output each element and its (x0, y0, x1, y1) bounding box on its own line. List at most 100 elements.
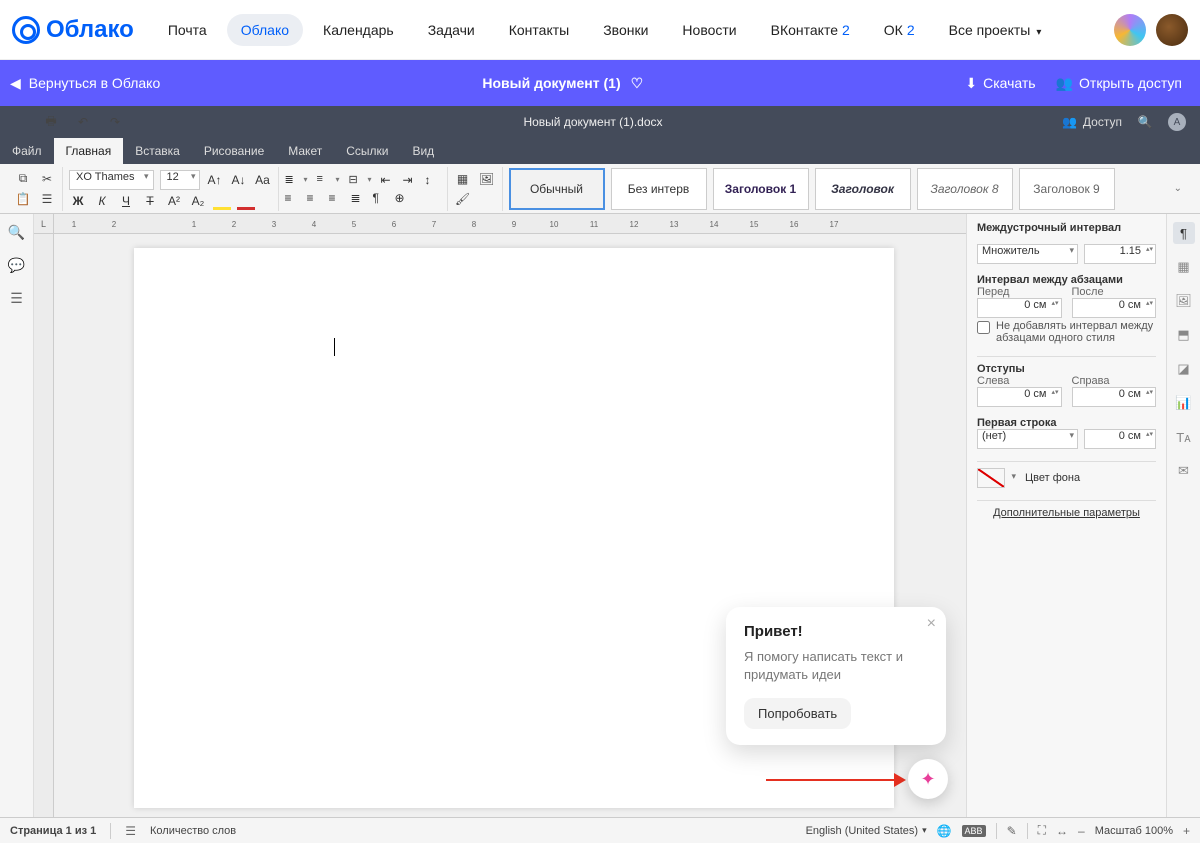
strike-button[interactable]: Т (141, 194, 159, 208)
align-left-icon[interactable]: ≡ (285, 191, 301, 205)
fit-width-icon[interactable]: ↔ (1056, 824, 1068, 838)
bg-color-swatch[interactable] (977, 468, 1005, 488)
share-button[interactable]: 👥Открыть доступ (1056, 75, 1182, 92)
mail-merge-icon[interactable]: ✉ (1173, 460, 1195, 482)
number-list-icon[interactable]: ≡ (317, 173, 333, 187)
table-panel-icon[interactable]: ▦ (1173, 256, 1195, 278)
nav-contacts[interactable]: Контакты (495, 14, 583, 46)
tab-layout[interactable]: Макет (276, 138, 334, 164)
vertical-ruler[interactable] (34, 234, 54, 817)
heart-outline-icon[interactable]: ♡ (631, 75, 644, 92)
close-icon[interactable]: × (927, 615, 936, 633)
avatar-theme[interactable] (1114, 14, 1146, 46)
format-painter-icon[interactable]: 🖌 (454, 191, 472, 207)
image-panel-icon[interactable]: 🖼 (1173, 290, 1195, 312)
doc-title[interactable]: Новый документ (1) (482, 75, 620, 91)
style-normal[interactable]: Обычный (509, 168, 605, 210)
more-params-link[interactable]: Дополнительные параметры (993, 507, 1140, 519)
nav-calls[interactable]: Звонки (589, 14, 662, 46)
multilevel-list-icon[interactable]: ⊟ (349, 173, 365, 187)
change-case-icon[interactable]: Aa (254, 173, 272, 187)
indent-icon[interactable]: ⇥ (403, 173, 419, 187)
paragraph-mark-icon[interactable]: ¶ (373, 191, 389, 205)
tab-insert[interactable]: Вставка (123, 138, 192, 164)
nav-news[interactable]: Новости (668, 14, 750, 46)
style-heading8[interactable]: Заголовок 8 (917, 168, 1013, 210)
user-badge[interactable]: A (1168, 113, 1186, 131)
download-button[interactable]: ⬇Скачать (965, 75, 1035, 92)
nav-calendar[interactable]: Календарь (309, 14, 408, 46)
paste-icon[interactable]: 📋 (14, 191, 32, 207)
zoom-level[interactable]: Масштаб 100% (1095, 825, 1173, 837)
shape-panel-icon[interactable]: ◪ (1173, 358, 1195, 380)
bullet-list-icon[interactable]: ≣ (285, 173, 301, 187)
style-heading1[interactable]: Заголовок 1 (713, 168, 809, 210)
superscript-button[interactable]: A² (165, 194, 183, 208)
brand-logo[interactable]: Облако (12, 16, 134, 44)
font-color[interactable] (237, 194, 255, 208)
no-add-spacing-checkbox[interactable] (977, 321, 990, 334)
word-count[interactable]: Количество слов (150, 825, 236, 837)
firstline-select[interactable]: (нет) (977, 429, 1078, 449)
redo-icon[interactable]: ↷ (106, 114, 124, 130)
access-button[interactable]: 👥Доступ (1062, 115, 1122, 129)
ai-fab-button[interactable]: ✦ (908, 759, 948, 799)
indent-right-input[interactable]: 0 см (1072, 387, 1157, 407)
comments-icon[interactable]: 💬 (8, 257, 25, 274)
paragraph-panel-icon[interactable]: ¶ (1173, 222, 1195, 244)
print-icon[interactable]: 🖶 (42, 114, 60, 130)
style-no-spacing[interactable]: Без интерв (611, 168, 707, 210)
tab-draw[interactable]: Рисование (192, 138, 276, 164)
textart-panel-icon[interactable]: Tᴀ (1173, 426, 1195, 448)
align-center-icon[interactable]: ≡ (307, 191, 323, 205)
search-icon[interactable]: 🔍 (1136, 114, 1154, 130)
tab-file[interactable]: Файл (0, 138, 54, 164)
insert-image-icon[interactable]: 🖼 (478, 171, 496, 187)
language-select[interactable]: English (United States)▾ (806, 825, 927, 837)
ai-try-button[interactable]: Попробовать (744, 698, 851, 729)
subscript-button[interactable]: A₂ (189, 194, 207, 208)
highlight-color[interactable] (213, 194, 231, 208)
globe-icon[interactable]: 🌐 (937, 824, 952, 838)
bold-button[interactable]: Ж (69, 194, 87, 208)
line-spacing-value[interactable]: 1.15 (1084, 244, 1156, 264)
line-spacing-icon[interactable]: ↕ (425, 173, 441, 187)
tab-home[interactable]: Главная (54, 138, 124, 164)
outdent-icon[interactable]: ⇤ (381, 173, 397, 187)
track-changes-icon[interactable]: ✎ (1007, 824, 1017, 838)
avatar-user[interactable] (1156, 14, 1188, 46)
align-justify-icon[interactable]: ≣ (351, 191, 367, 205)
nav-mail[interactable]: Почта (154, 14, 221, 46)
wordcount-icon[interactable]: ☰ (125, 824, 136, 838)
select-all-icon[interactable]: ☰ (38, 191, 56, 207)
style-heading9[interactable]: Заголовок 9 (1019, 168, 1115, 210)
nav-tasks[interactable]: Задачи (414, 14, 489, 46)
style-heading[interactable]: Заголовок (815, 168, 911, 210)
back-to-cloud[interactable]: ◀ Вернуться в Облако (10, 75, 160, 92)
horizontal-ruler[interactable]: 121234567891011121314151617 (54, 214, 966, 234)
header-panel-icon[interactable]: ⬒ (1173, 324, 1195, 346)
insert-table-icon[interactable]: ▦ (454, 171, 472, 187)
italic-button[interactable]: К (93, 194, 111, 208)
font-grow-icon[interactable]: A↑ (206, 173, 224, 187)
font-family-select[interactable]: XO Thames (69, 170, 154, 190)
nonprinting-icon[interactable]: ⊕ (395, 191, 411, 205)
font-shrink-icon[interactable]: A↓ (230, 173, 248, 187)
headings-icon[interactable]: ☰ (10, 290, 23, 307)
tab-view[interactable]: Вид (400, 138, 446, 164)
spellcheck-icon[interactable]: ABB (962, 825, 986, 837)
undo-icon[interactable]: ↶ (74, 114, 92, 130)
line-spacing-mode[interactable]: Множитель (977, 244, 1078, 264)
page-status[interactable]: Страница 1 из 1 (10, 825, 96, 837)
font-size-select[interactable]: 12 (160, 170, 200, 190)
cut-icon[interactable]: ✂ (38, 171, 56, 187)
tab-references[interactable]: Ссылки (334, 138, 400, 164)
chart-panel-icon[interactable]: 📊 (1173, 392, 1195, 414)
ribbon-collapse-icon[interactable]: ⌄ (1164, 183, 1192, 194)
no-add-spacing-check[interactable]: Не добавлять интервал между абзацами одн… (977, 320, 1156, 344)
copy-icon[interactable]: ⧉ (14, 171, 32, 187)
nav-all-projects[interactable]: Все проекты▾ (935, 14, 1056, 46)
zoom-in-icon[interactable]: + (1183, 824, 1190, 838)
nav-vk[interactable]: ВКонтакте2 (757, 14, 864, 46)
zoom-out-icon[interactable]: – (1078, 824, 1085, 838)
